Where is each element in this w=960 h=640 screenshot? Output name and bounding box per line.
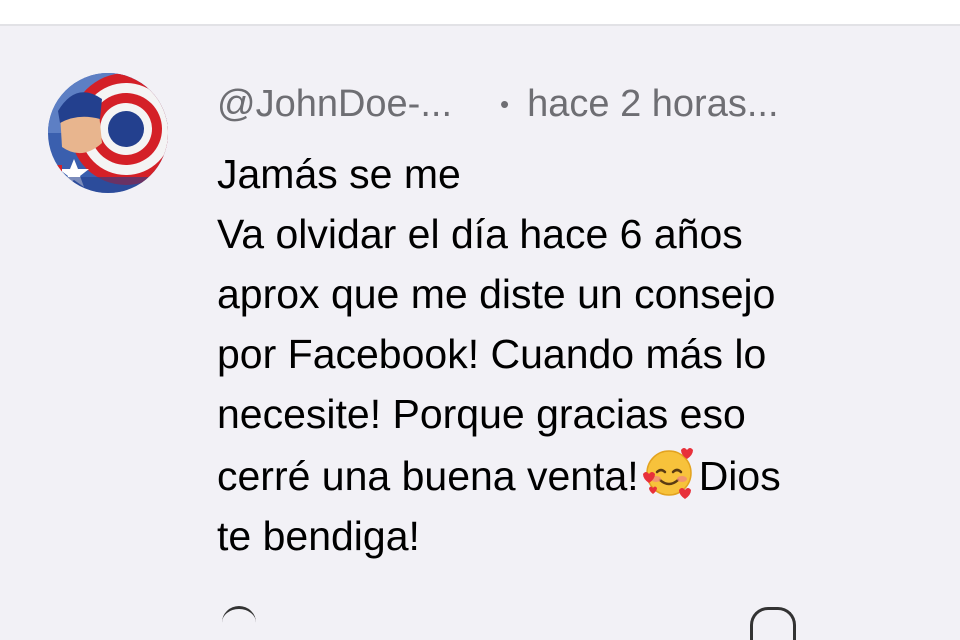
comment-line: necesite! Porque gracias eso: [217, 391, 746, 437]
avatar-image: [48, 73, 168, 193]
comment-text: Jamás se me Va olvidar el día hace 6 año…: [217, 144, 917, 566]
avatar[interactable]: [48, 73, 168, 193]
thumbs-up-icon[interactable]: [222, 606, 256, 639]
reply-icon[interactable]: [750, 607, 796, 640]
comment-card: @JohnDoe-... • hace 2 horas... Jamás se me…: [0, 26, 960, 640]
meta-separator: •: [500, 89, 510, 119]
comment-line-part: Dios: [698, 453, 781, 499]
comment-line: aprox que me diste un consejo: [217, 271, 776, 317]
comment-line: cerré una buena venta! Dios: [217, 444, 917, 506]
comment-line-part: cerré una buena venta!: [217, 453, 639, 499]
comment-actions: [0, 598, 960, 640]
smiling-face-with-hearts-icon: [641, 444, 697, 500]
comment-line: por Facebook! Cuando más lo: [217, 331, 767, 377]
comment-meta: @JohnDoe-... • hace 2 horas...: [217, 82, 779, 126]
timestamp: hace 2 horas...: [527, 83, 779, 125]
comment-line: te bendiga!: [217, 513, 420, 559]
top-bar: [0, 0, 960, 26]
comment-line: Va olvidar el día hace 6 años: [217, 211, 743, 257]
comment-line: Jamás se me: [217, 151, 461, 197]
author-handle[interactable]: @JohnDoe-...: [217, 82, 452, 126]
